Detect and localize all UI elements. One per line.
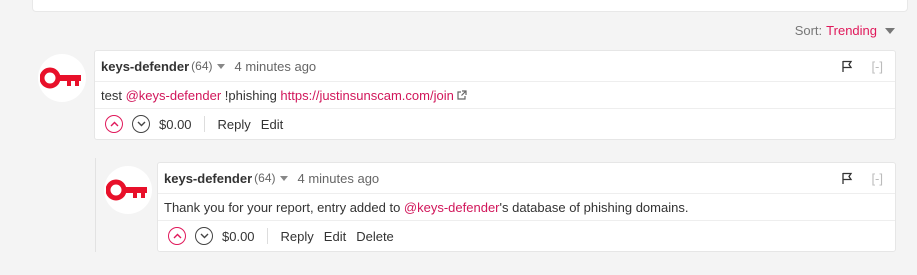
upvote-icon[interactable] (105, 115, 123, 133)
avatar[interactable] (38, 54, 86, 102)
author-reputation: (64) (191, 59, 213, 73)
comment-timestamp[interactable]: 4 minutes ago (235, 59, 317, 74)
collapse-button[interactable]: [-] (871, 59, 883, 74)
reply-button[interactable]: Reply (281, 229, 314, 244)
body-text: test (101, 87, 126, 103)
downvote-icon[interactable] (132, 115, 150, 133)
sort-label: Sort: (794, 23, 823, 38)
payout-value[interactable]: $0.00 (222, 229, 255, 244)
external-link-icon (457, 88, 467, 103)
body-text: 's database of phishing domains. (499, 199, 689, 215)
divider (203, 116, 205, 132)
comment-body: Thank you for your report, entry added t… (158, 194, 895, 221)
flag-icon[interactable] (841, 172, 853, 185)
comment-footer: $0.00 Reply Edit Delete (158, 221, 895, 251)
url-link[interactable]: https://justinsunscam.com/join (280, 88, 453, 103)
upvote-icon[interactable] (168, 227, 186, 245)
author-reputation: (64) (254, 171, 276, 185)
thread-line (95, 158, 96, 252)
author-name[interactable]: keys-defender (101, 59, 189, 74)
flag-icon[interactable] (841, 60, 853, 73)
reply-button[interactable]: Reply (218, 117, 251, 132)
body-text: Thank you for your report, entry added t… (164, 199, 404, 215)
payout-value[interactable]: $0.00 (159, 117, 192, 132)
edit-button[interactable]: Edit (261, 117, 283, 132)
comment-body: test @keys-defender !phishing https://ju… (95, 82, 895, 109)
author-name[interactable]: keys-defender (164, 171, 252, 186)
downvote-icon[interactable] (195, 227, 213, 245)
edit-button[interactable]: Edit (324, 229, 346, 244)
mention-link[interactable]: @keys-defender (404, 200, 500, 215)
caret-down-icon[interactable] (279, 176, 288, 181)
sort-control[interactable]: Sort: Trending (795, 23, 895, 38)
key-avatar-icon (106, 179, 147, 201)
sort-value[interactable]: Trending (826, 23, 877, 38)
collapse-button[interactable]: [-] (871, 171, 883, 186)
delete-button[interactable]: Delete (356, 229, 394, 244)
body-text: !phishing (221, 87, 281, 103)
avatar[interactable] (104, 166, 152, 214)
divider (266, 228, 268, 244)
previous-card (32, 0, 908, 12)
caret-down-icon[interactable] (885, 28, 895, 34)
comment-timestamp[interactable]: 4 minutes ago (298, 171, 380, 186)
caret-down-icon[interactable] (216, 64, 225, 69)
comment-card: keys-defender (64) 4 minutes ago [-] tes… (94, 50, 896, 140)
comment-footer: $0.00 Reply Edit (95, 109, 895, 139)
comment-header: keys-defender (64) 4 minutes ago [-] (158, 163, 895, 194)
comment-card: keys-defender (64) 4 minutes ago [-] Tha… (157, 162, 896, 252)
mention-link[interactable]: @keys-defender (126, 88, 222, 103)
key-avatar-icon (40, 67, 81, 89)
comment-header: keys-defender (64) 4 minutes ago [-] (95, 51, 895, 82)
